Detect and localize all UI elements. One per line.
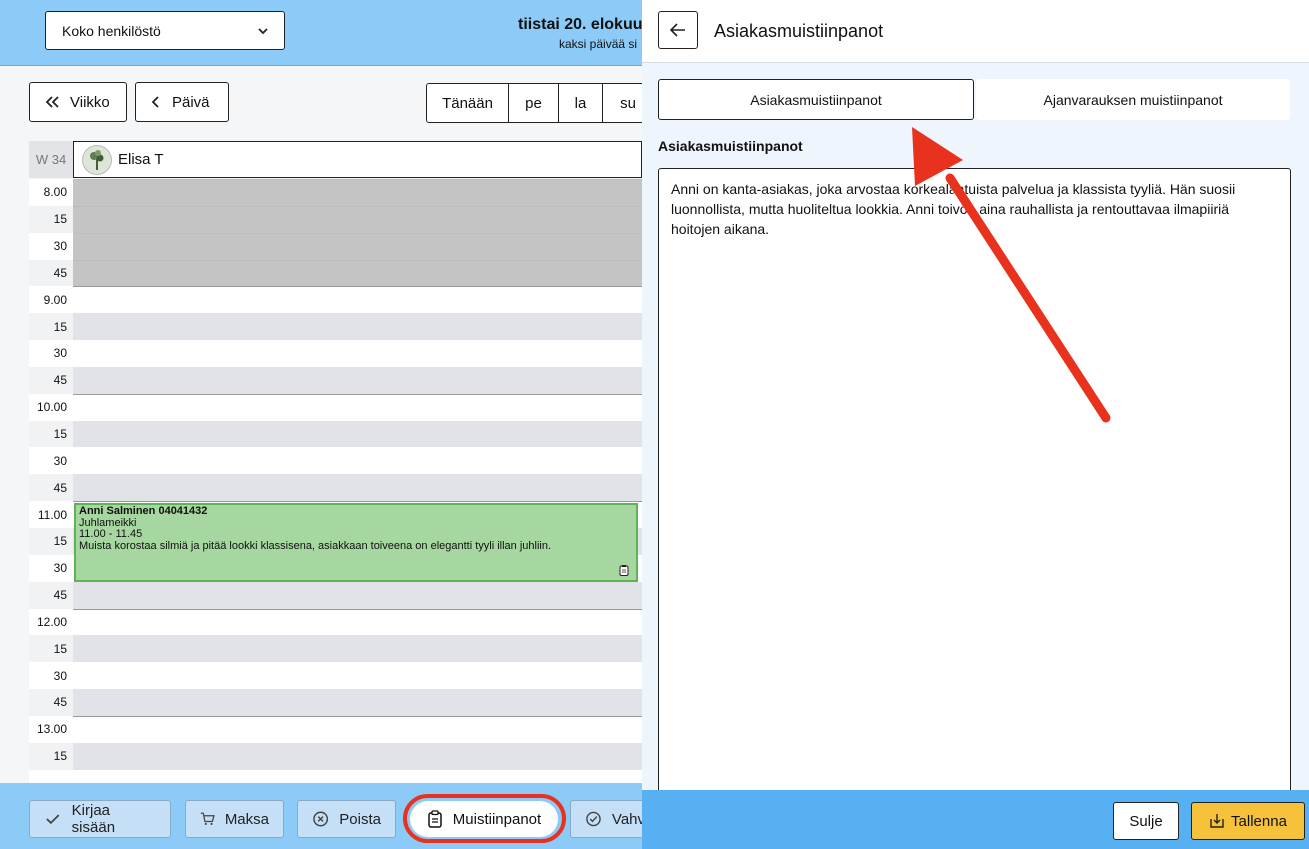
arrow-left-icon <box>669 23 685 37</box>
time-label: 45 <box>29 689 73 716</box>
time-label: 9.00 <box>29 286 73 314</box>
prev-week-label: Viikko <box>70 93 110 111</box>
close-circle-icon <box>313 811 329 827</box>
save-button[interactable]: Tallenna <box>1191 802 1305 840</box>
time-slot[interactable]: 30 <box>29 340 642 367</box>
appointment-service: Juhlameikki <box>79 516 137 529</box>
time-slot[interactable]: 30 <box>29 662 642 690</box>
appointment-note: Muista korostaa silmiä ja pitää lookki k… <box>79 539 552 552</box>
time-slot[interactable]: 45 <box>29 474 642 502</box>
day-sun-button[interactable]: su <box>603 84 642 122</box>
time-label: 30 <box>29 340 73 367</box>
day-today-button[interactable]: Tänään <box>427 84 509 122</box>
confirm-button[interactable]: Vahv <box>570 800 642 838</box>
time-slot[interactable]: 8.00 <box>29 179 642 206</box>
time-slot[interactable]: 15 <box>29 420 642 448</box>
time-slot[interactable]: 45 <box>29 581 642 609</box>
panel-title: Asiakasmuistiinpanot <box>714 21 884 41</box>
clipboard-icon <box>619 565 629 576</box>
close-button[interactable]: Sulje <box>1113 802 1179 840</box>
time-label: 30 <box>29 447 73 475</box>
time-slot[interactable]: 45 <box>29 366 642 394</box>
check-icon <box>46 814 60 825</box>
time-label: 15 <box>29 313 73 341</box>
staff-column-header[interactable]: Elisa T <box>73 141 642 178</box>
staff-select-value: Koko henkilöstö <box>62 22 161 39</box>
check-circle-icon <box>586 811 601 827</box>
chevron-down-icon <box>258 27 268 34</box>
time-label: 30 <box>29 554 73 582</box>
time-label: 15 <box>29 527 73 555</box>
cart-icon <box>200 812 215 826</box>
save-download-icon <box>1210 814 1224 828</box>
time-label: 15 <box>29 742 73 770</box>
avatar <box>82 144 112 175</box>
save-label: Tallenna <box>1231 812 1287 830</box>
back-button[interactable] <box>658 11 698 49</box>
prev-week-button[interactable]: Viikko <box>29 82 127 122</box>
client-notes-textarea[interactable]: Anni on kanta-asiakas, joka arvostaa kor… <box>658 168 1291 808</box>
date-subtitle: kaksi päivää si <box>559 37 638 51</box>
time-slot[interactable]: 9.00 <box>29 286 642 314</box>
time-grid: 8.00 15 30 45 9.00 15 30 45 10.00 15 30 … <box>29 179 642 797</box>
annotation-highlight-ring <box>403 794 566 843</box>
time-label: 13.00 <box>29 715 73 743</box>
time-slot[interactable]: 15 <box>29 313 642 341</box>
time-label: 30 <box>29 232 73 260</box>
panel-header: Asiakasmuistiinpanot <box>642 0 1309 63</box>
notes-panel: Asiakasmuistiinpanot Asiakasmuistiinpano… <box>642 0 1309 849</box>
tab-booking-notes[interactable]: Ajanvarauksen muistiinpanot <box>976 79 1290 120</box>
chevron-left-icon <box>151 96 159 108</box>
time-label: 8.00 <box>29 179 73 206</box>
pay-button[interactable]: Maksa <box>185 800 284 838</box>
plant-avatar-icon <box>90 149 104 170</box>
prev-day-button[interactable]: Päivä <box>135 82 229 122</box>
time-label: 15 <box>29 635 73 663</box>
appointment-card[interactable]: Anni Salminen 04041432 Juhlameikki 11.00… <box>74 503 638 582</box>
calendar-view: Koko henkilöstö tiistai 20. elokuu kaksi… <box>0 0 642 849</box>
time-label: 11.00 <box>29 501 73 528</box>
date-title: tiistai 20. elokuu <box>518 16 642 33</box>
notes-field-label: Asiakasmuistiinpanot <box>658 138 803 154</box>
appointment-time: 11.00 - 11.45 <box>79 528 143 540</box>
confirm-label: Vahv <box>611 810 642 828</box>
time-slot[interactable]: 13.00 <box>29 715 642 743</box>
double-chevron-left-icon <box>45 96 59 108</box>
calendar-topbar: Koko henkilöstö tiistai 20. elokuu kaksi… <box>0 0 642 66</box>
tab-client-notes[interactable]: Asiakasmuistiinpanot <box>658 79 974 120</box>
time-slot[interactable]: 30 <box>29 232 642 260</box>
appointment-client: Anni Salminen 04041432 <box>79 505 208 517</box>
time-label: 45 <box>29 474 73 502</box>
time-label: 30 <box>29 662 73 690</box>
time-slot[interactable]: 12.00 <box>29 608 642 636</box>
time-slot[interactable]: 10.00 <box>29 393 642 421</box>
day-sat-button[interactable]: la <box>559 84 603 122</box>
week-number: W 34 <box>29 141 73 178</box>
time-label: 15 <box>29 420 73 448</box>
prev-day-label: Päivä <box>172 93 210 111</box>
time-slot[interactable]: 45 <box>29 259 642 287</box>
pay-label: Maksa <box>224 810 269 828</box>
time-label: 45 <box>29 581 73 609</box>
checkin-button[interactable]: Kirjaa sisään <box>29 800 171 838</box>
time-slot[interactable]: 15 <box>29 205 642 233</box>
time-label: 45 <box>29 366 73 394</box>
day-fri-button[interactable]: pe <box>509 84 559 122</box>
time-label: 10.00 <box>29 393 73 421</box>
checkin-label: Kirjaa sisään <box>71 802 116 836</box>
time-slot[interactable]: 30 <box>29 447 642 475</box>
time-slot[interactable]: 15 <box>29 742 642 770</box>
time-label: 12.00 <box>29 608 73 636</box>
time-slot[interactable]: 15 <box>29 635 642 663</box>
time-label: 45 <box>29 259 73 287</box>
day-selector: Tänään pe la su <box>426 83 642 123</box>
staff-select[interactable]: Koko henkilöstö <box>45 11 285 50</box>
staff-name: Elisa T <box>118 151 164 168</box>
time-slot[interactable]: 45 <box>29 689 642 716</box>
delete-button[interactable]: Poista <box>297 800 396 838</box>
delete-label: Poista <box>339 810 381 828</box>
time-label: 15 <box>29 205 73 233</box>
